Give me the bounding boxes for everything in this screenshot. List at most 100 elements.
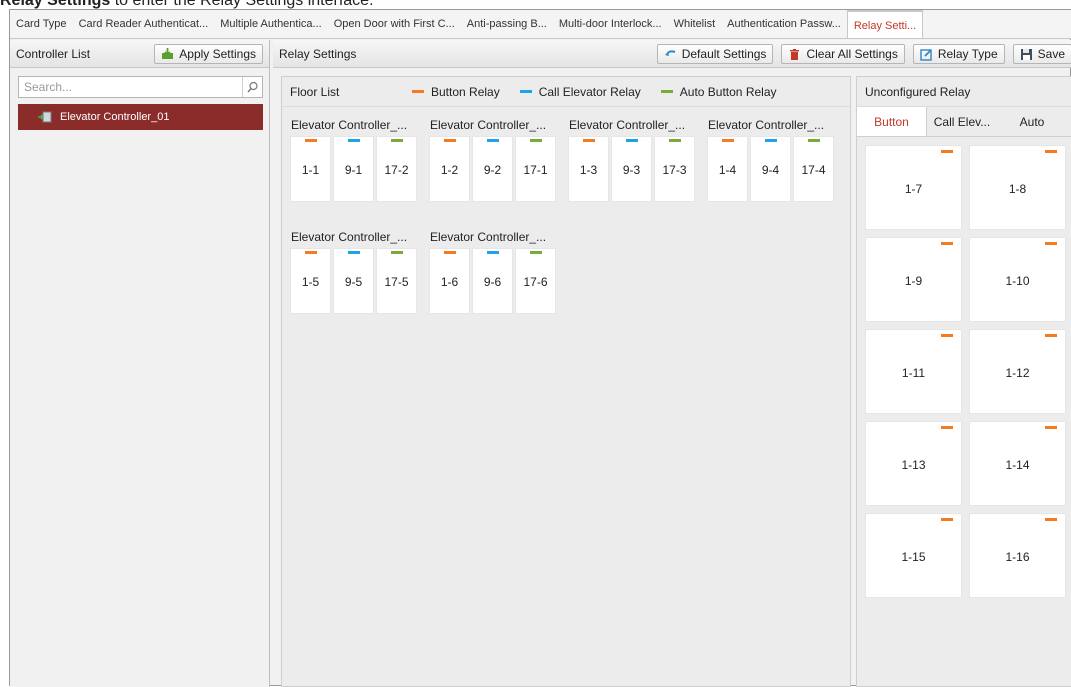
floor-list-header: Floor List Button Relay Call Elevator Re…	[282, 77, 850, 107]
tree-item-elevator-controller[interactable]: Elevator Controller_01	[18, 104, 263, 130]
legend-label: Auto Button Relay	[679, 84, 777, 99]
controller-card[interactable]: Elevator Controller_... 1-2 9-2 17-1	[429, 114, 561, 214]
relay-type-marker	[1045, 242, 1057, 245]
unconfigured-relay-cell[interactable]: 1-8	[969, 145, 1066, 230]
unconfigured-tab-2[interactable]: Auto	[997, 107, 1067, 136]
relay-cell[interactable]: 17-4	[793, 136, 834, 202]
tab-0[interactable]: Card Type	[10, 10, 73, 38]
relay-cell[interactable]: 17-3	[654, 136, 695, 202]
relay-cell[interactable]: 1-3	[568, 136, 609, 202]
relay-cell[interactable]: 17-1	[515, 136, 556, 202]
unconfigured-relay-cell[interactable]: 1-15	[865, 513, 962, 598]
relay-label: 9-3	[622, 163, 641, 177]
tab-3[interactable]: Open Door with First C...	[328, 10, 461, 38]
relay-type-marker	[305, 251, 317, 254]
relay-label: 17-6	[523, 275, 548, 289]
relay-cell[interactable]: 17-2	[376, 136, 417, 202]
controller-card[interactable]: Elevator Controller_... 1-4 9-4 17-4	[707, 114, 839, 214]
relay-type-button[interactable]: Relay Type	[912, 44, 1005, 64]
controller-card[interactable]: Elevator Controller_... 1-3 9-3 17-3	[568, 114, 700, 214]
relay-cell[interactable]: 9-6	[472, 248, 513, 314]
relay-type-marker	[583, 139, 595, 142]
relay-type-marker	[348, 251, 360, 254]
relay-type-marker	[1045, 518, 1057, 521]
relay-type-marker	[626, 139, 638, 142]
unconfigured-relay-cell[interactable]: 1-14	[969, 421, 1066, 506]
legend-label: Call Elevator Relay	[538, 84, 641, 99]
relay-cell[interactable]: 9-1	[333, 136, 374, 202]
relay-label: 9-4	[761, 163, 780, 177]
apply-settings-button[interactable]: Apply Settings	[154, 43, 263, 64]
search-input[interactable]	[19, 78, 242, 96]
controller-card-label: Elevator Controller_...	[430, 230, 547, 244]
relay-label: 1-1	[301, 163, 320, 177]
unconfigured-relay-cell[interactable]: 1-7	[865, 145, 962, 230]
legend-label: Button Relay	[431, 84, 500, 99]
relay-cell[interactable]: 9-5	[333, 248, 374, 314]
controller-card[interactable]: Elevator Controller_... 1-5 9-5 17-5	[290, 226, 422, 326]
controller-card-label: Elevator Controller_...	[430, 118, 547, 132]
tab-5[interactable]: Multi-door Interlock...	[553, 10, 668, 38]
unconfigured-relay-cell[interactable]: 1-10	[969, 237, 1066, 322]
relay-label: 1-2	[440, 163, 459, 177]
relay-cell[interactable]: 1-4	[707, 136, 748, 202]
relay-type-marker	[391, 251, 403, 254]
tree-item-label: Elevator Controller_01	[60, 111, 170, 123]
relay-label: 17-4	[801, 163, 826, 177]
relay-type-marker	[941, 518, 953, 521]
relay-label: 1-3	[579, 163, 598, 177]
tab-2[interactable]: Multiple Authentica...	[214, 10, 328, 38]
tab-7[interactable]: Authentication Passw...	[721, 10, 847, 38]
save-button[interactable]: Save	[1012, 44, 1071, 64]
legend-swatch	[412, 90, 424, 93]
unconfigured-relay-cell[interactable]: 1-16	[969, 513, 1066, 598]
unconfigured-relay-cell[interactable]: 1-12	[969, 329, 1066, 414]
relay-cell[interactable]: 1-6	[429, 248, 470, 314]
unconfigured-relay-cell[interactable]: 1-13	[865, 421, 962, 506]
unconfigured-relay-title: Unconfigured Relay	[857, 77, 1071, 107]
relay-cell[interactable]: 1-2	[429, 136, 470, 202]
tab-1[interactable]: Card Reader Authenticat...	[73, 10, 215, 38]
relay-type-label: Relay Type	[937, 47, 998, 61]
relay-type-marker	[669, 139, 681, 142]
clear-all-settings-label: Clear All Settings	[806, 47, 898, 61]
relay-cell[interactable]: 1-1	[290, 136, 331, 202]
unconfigured-tab-0[interactable]: Button	[857, 107, 927, 136]
relay-label: 17-2	[384, 163, 409, 177]
unconfigured-relay-panel: Unconfigured Relay Button Call Elev... Aut…	[856, 76, 1071, 687]
relay-label: 1-7	[904, 182, 923, 196]
relay-cell[interactable]: 17-5	[376, 248, 417, 314]
relay-cell[interactable]: 9-2	[472, 136, 513, 202]
relay-cell[interactable]: 9-3	[611, 136, 652, 202]
relay-label: 1-4	[718, 163, 737, 177]
tab-6[interactable]: Whitelist	[668, 10, 722, 38]
search-button[interactable]	[242, 77, 262, 97]
relay-cell[interactable]: 1-5	[290, 248, 331, 314]
relay-settings-title: Relay Settings	[279, 46, 357, 61]
relay-type-marker	[808, 139, 820, 142]
relay-label: 9-6	[483, 275, 502, 289]
toolbar: Default Settings Clear All Settings Rela…	[656, 44, 1071, 64]
relay-label: 1-9	[904, 274, 923, 288]
undo-icon	[664, 48, 677, 61]
tab-8[interactable]: Relay Setti...	[846, 10, 924, 38]
relay-label: 9-1	[344, 163, 363, 177]
controller-card-label: Elevator Controller_...	[291, 118, 408, 132]
controller-card[interactable]: Elevator Controller_... 1-6 9-6 17-6	[429, 226, 561, 326]
floor-list-title: Floor List	[290, 84, 340, 99]
app-window: Card Type Card Reader Authenticat... Multi…	[9, 9, 1071, 687]
legend-swatch	[519, 90, 532, 93]
unconfigured-relay-cell[interactable]: 1-11	[865, 329, 962, 414]
clear-all-settings-button[interactable]: Clear All Settings	[781, 44, 905, 64]
relay-label: 1-15	[901, 550, 926, 564]
unconfigured-tab-1[interactable]: Call Elev...	[927, 107, 997, 136]
unconfigured-relay-cell[interactable]: 1-9	[865, 237, 962, 322]
relay-cell[interactable]: 17-6	[515, 248, 556, 314]
relay-label: 1-13	[901, 458, 926, 472]
tab-4[interactable]: Anti-passing B...	[461, 10, 553, 38]
relay-label: 1-12	[1005, 366, 1030, 380]
relay-type-marker	[941, 426, 953, 429]
default-settings-button[interactable]: Default Settings	[656, 44, 774, 64]
controller-card[interactable]: Elevator Controller_... 1-1 9-1 17-2	[290, 114, 422, 214]
relay-cell[interactable]: 9-4	[750, 136, 791, 202]
